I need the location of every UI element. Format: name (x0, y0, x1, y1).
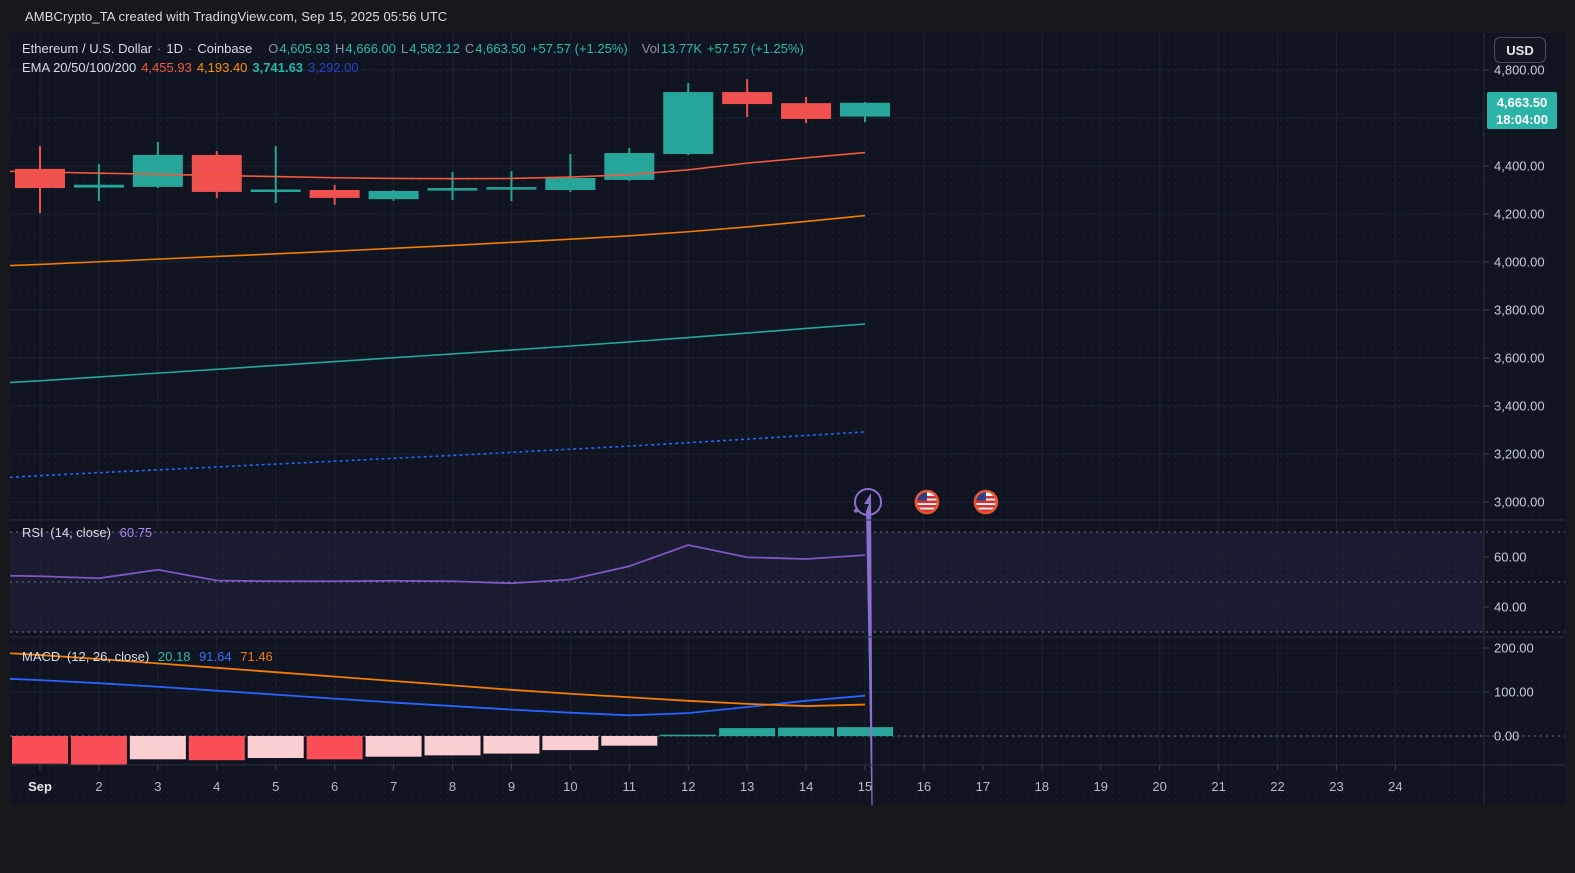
ema-label[interactable]: EMA 20/50/100/200 (22, 60, 136, 75)
separator: · (188, 41, 193, 56)
currency-toggle-button[interactable]: USD (1494, 37, 1546, 63)
bar-countdown: 18:04:00 (1495, 111, 1549, 127)
ema50-value: 4,193.40 (196, 60, 248, 75)
ema200-value: 3,292.00 (308, 60, 359, 75)
high-value: 4,666.00 (345, 41, 397, 56)
ema-header: EMA 20/50/100/200 4,455.93 4,193.40 3,74… (22, 60, 364, 75)
close-label: C (464, 41, 475, 56)
symbol-header: Ethereum / U.S. Dollar · 1D · Coinbase O… (22, 41, 809, 56)
separator: · (157, 41, 162, 56)
volume-label: Vol (641, 41, 660, 56)
attribution-text: AMBCrypto_TA created with TradingView.co… (25, 9, 448, 24)
high-label: H (335, 41, 345, 56)
macd-line-value: 91.64 (199, 649, 232, 664)
low-value: 4,582.12 (409, 41, 460, 56)
exchange: Coinbase (197, 41, 253, 56)
macd-signal-value: 71.46 (240, 649, 273, 664)
us-flag-event-icon (973, 489, 999, 515)
close-value: 4,663.50 (475, 41, 526, 56)
rsi-params: (14, close) (50, 525, 111, 540)
rsi-pane-header: RSI (14, close) 60.75 (22, 525, 157, 540)
screenshot-root: AMBCrypto_TA created with TradingView.co… (0, 0, 1575, 873)
change-value: +57.57 (+1.25%) (530, 41, 628, 56)
ema20-value: 4,455.93 (141, 60, 192, 75)
ema100-value: 3,741.63 (252, 60, 304, 75)
macd-pane-header: MACD (12, 26, close) 20.18 91.64 71.46 (22, 649, 278, 664)
rsi-value: 60.75 (119, 525, 153, 540)
last-price: 4,663.50 (1496, 94, 1548, 110)
volume-change: +57.57 (+1.25%) (707, 41, 804, 56)
rsi-title[interactable]: RSI (22, 525, 44, 540)
tradingview-widget: 4,800.00 4,400.00 4,200.00 4,000.00 3,800.00… (10, 33, 1565, 805)
macd-hist-value: 20.18 (157, 649, 191, 664)
price-scale[interactable] (1484, 33, 1565, 765)
footer-bar: TradingView @ Moon5labs (0, 805, 1575, 873)
symbol-title[interactable]: Ethereum / U.S. Dollar (22, 41, 152, 56)
currency-label: USD (1506, 42, 1534, 58)
open-value: 4,605.93 (279, 41, 331, 56)
volume-value: 13.77K (660, 41, 703, 56)
time-scale[interactable] (10, 765, 1484, 805)
interval[interactable]: 1D (166, 41, 183, 56)
low-label: L (401, 41, 409, 56)
open-label: O (268, 41, 279, 56)
macd-params: (12, 26, close) (66, 649, 150, 664)
attribution-bar: AMBCrypto_TA created with TradingView.co… (0, 0, 1575, 33)
chart-canvas[interactable]: 4,800.004,400.004,200.004,000.003,800.00… (10, 33, 1565, 805)
us-flag-event-icon (914, 489, 940, 515)
macd-title[interactable]: MACD (22, 649, 60, 664)
last-price-badge: 4,663.50 18:04:00 (1487, 92, 1557, 129)
